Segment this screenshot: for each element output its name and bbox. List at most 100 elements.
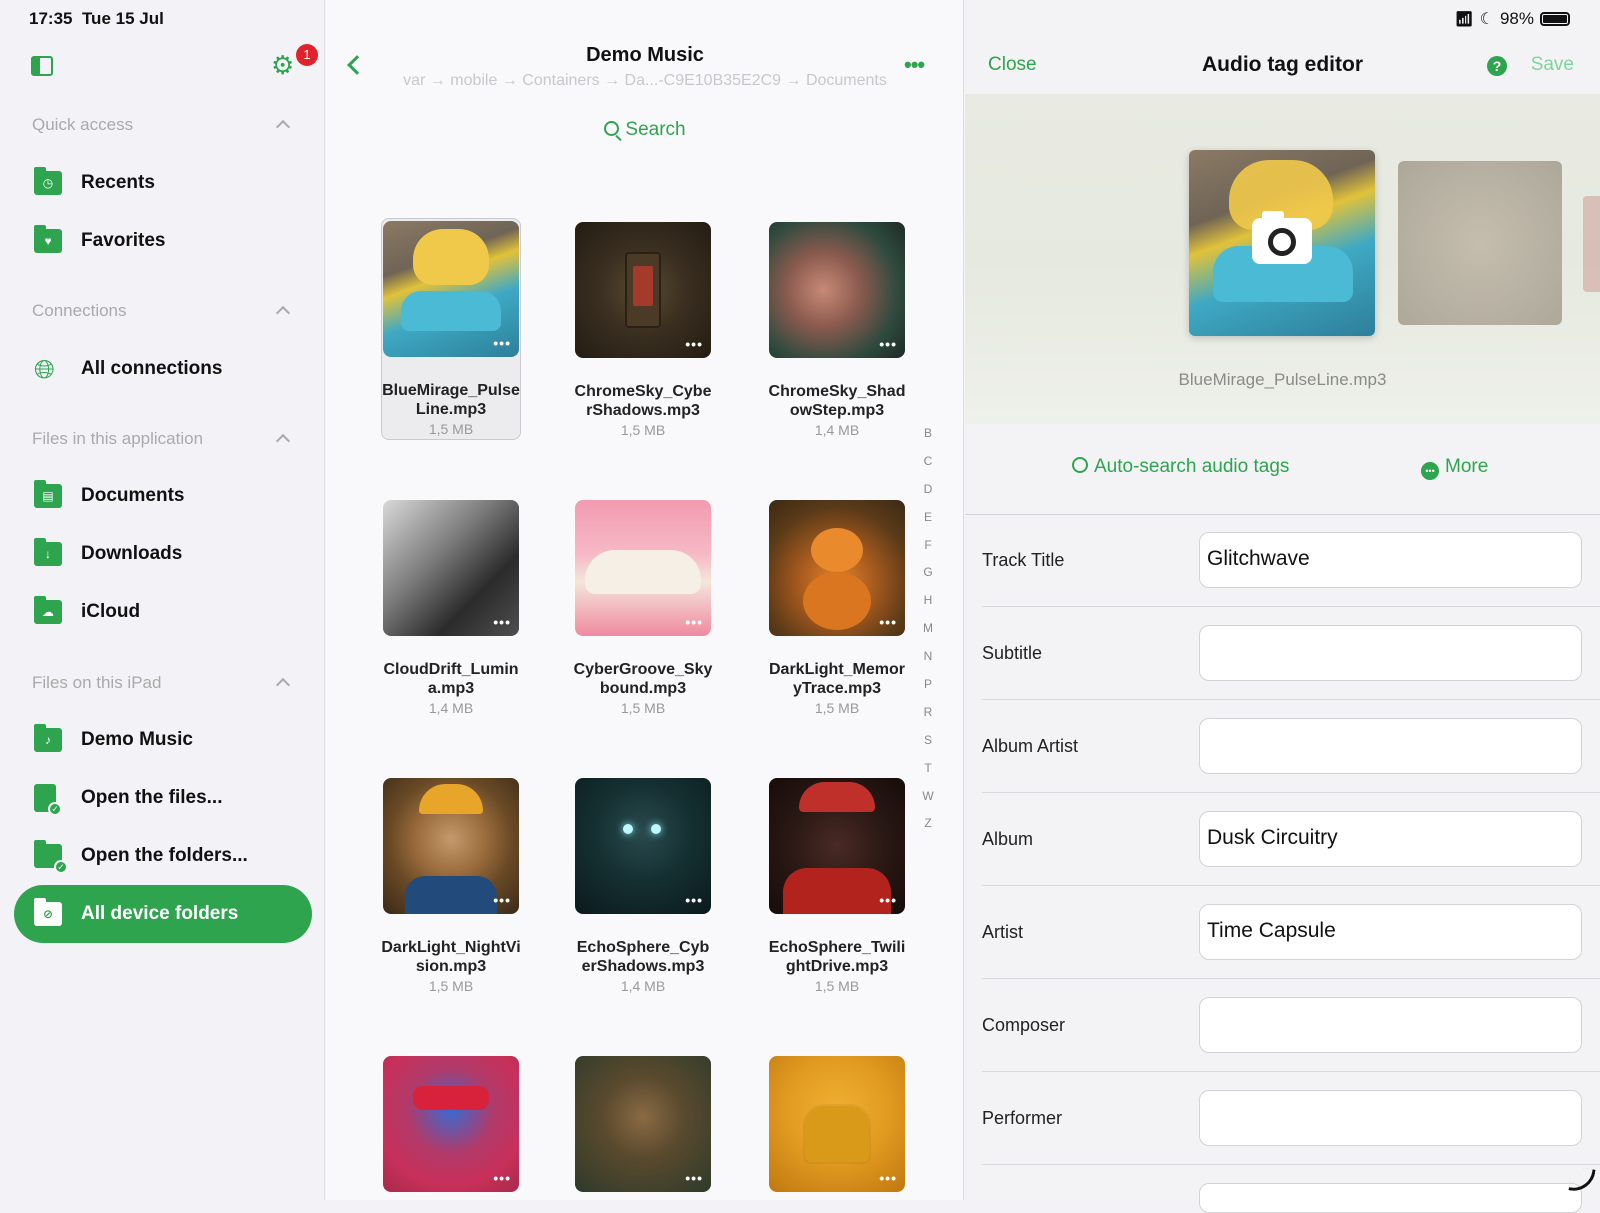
file-tile[interactable]: ••• EchoSphere_TwilightDrive.mp3 1,5 MB <box>767 778 907 994</box>
file-tile[interactable]: ••• CloudDrift_Lumina.mp3 1,4 MB <box>381 500 521 716</box>
sidebar-item-open-files[interactable]: ✓ Open the files... <box>14 769 312 827</box>
folder-title: Demo Music <box>586 44 704 66</box>
file-tile[interactable]: ••• <box>381 1056 521 1192</box>
sidebar-item-favorites[interactable]: ♥ Favorites <box>14 212 312 270</box>
subtitle-input[interactable] <box>1199 625 1582 681</box>
sidebar-item-icloud[interactable]: ☁ iCloud <box>14 583 312 641</box>
sidebar-item-demo-music[interactable]: ♪ Demo Music <box>14 711 312 769</box>
file-size: 1,5 MB <box>814 700 860 716</box>
performer-input[interactable] <box>1199 1090 1582 1146</box>
file-tile[interactable]: ••• DarkLight_NightVision.mp3 1,5 MB <box>381 778 521 994</box>
divider <box>982 1071 1600 1072</box>
index-letter[interactable]: H <box>920 593 936 621</box>
section-quick-access: Quick access <box>32 115 134 134</box>
track-title-input[interactable]: Glitchwave <box>1199 532 1582 588</box>
alphabet-index[interactable]: B C D E F G H M N P R S T W Z <box>920 426 936 844</box>
album-art-thumbnail: ••• <box>769 778 905 914</box>
section-connections: Connections <box>32 301 127 320</box>
search-button[interactable]: Search <box>326 119 964 142</box>
file-name: DarkLight_MemoryTrace.mp3 <box>768 661 906 697</box>
divider <box>982 978 1600 979</box>
file-browser: Demo Music var → mobile → Containers → D… <box>326 0 964 1200</box>
sidebar-item-all-device-folders[interactable]: ⊘ All device folders <box>14 885 312 943</box>
collapse-chevron-icon[interactable] <box>275 305 291 321</box>
field-label-track-title: Track Title <box>982 550 1065 570</box>
file-tile[interactable]: ••• CyberGroove_Skybound.mp3 1,5 MB <box>573 500 713 716</box>
album-art-tertiary[interactable] <box>1583 196 1600 292</box>
save-button[interactable]: Save <box>1531 54 1574 76</box>
collapse-chevron-icon[interactable] <box>275 677 291 693</box>
sidebar-item-label: All connections <box>81 358 223 379</box>
section-files-in-app: Files in this application <box>32 429 204 448</box>
wifi-icon: 📶︎ <box>1454 11 1474 28</box>
artist-input[interactable]: Time Capsule <box>1199 904 1582 960</box>
index-letter[interactable]: F <box>920 538 936 566</box>
file-size: 1,5 MB <box>428 421 474 437</box>
index-letter[interactable]: R <box>920 705 936 733</box>
file-name: ChromeSky_CyberShadows.mp3 <box>574 383 712 419</box>
more-button[interactable]: ••• More <box>1421 456 1488 480</box>
sidebar: 17:35 Tue 15 Jul ⚙ 1 Quick access ◷ Rece… <box>0 0 325 1200</box>
camera-icon[interactable] <box>1252 211 1312 264</box>
file-tile[interactable]: ••• DarkLight_MemoryTrace.mp3 1,5 MB <box>767 500 907 716</box>
index-letter[interactable]: D <box>920 482 936 510</box>
sidebar-item-documents[interactable]: ▤ Documents <box>14 467 312 525</box>
file-name: EchoSphere_CyberShadows.mp3 <box>576 939 710 975</box>
index-letter[interactable]: W <box>920 789 936 817</box>
sidebar-item-recents[interactable]: ◷ Recents <box>14 154 312 212</box>
sidebar-item-downloads[interactable]: ↓ Downloads <box>14 525 312 583</box>
file-tile[interactable]: ••• BlueMirage_PulseLine.mp3 1,5 MB <box>381 218 521 440</box>
collapse-chevron-icon[interactable] <box>275 119 291 135</box>
file-name: CloudDrift_Lumina.mp3 <box>383 661 519 697</box>
sidebar-item-open-folders[interactable]: ✓ Open the folders... <box>14 827 312 885</box>
search-magnifier-icon <box>1072 457 1088 473</box>
field-label-subtitle: Subtitle <box>982 643 1043 663</box>
breadcrumb[interactable]: var → mobile → Containers → Da...-C9E10B… <box>326 72 964 90</box>
folder-check-icon: ✓ <box>34 840 68 874</box>
index-letter[interactable]: T <box>920 761 936 789</box>
index-letter[interactable]: B <box>920 426 936 454</box>
index-letter[interactable]: E <box>920 510 936 538</box>
album-art-thumbnail: ••• <box>769 1056 905 1192</box>
sidebar-toggle-icon[interactable] <box>31 56 53 76</box>
album-artist-input[interactable] <box>1199 718 1582 774</box>
status-time: 17:35 Tue 15 Jul <box>29 9 164 28</box>
index-letter[interactable]: P <box>920 677 936 705</box>
file-tile[interactable]: ••• ChromeSky_ShadowStep.mp3 1,4 MB <box>767 222 907 438</box>
file-tile[interactable]: ••• <box>767 1056 907 1192</box>
index-letter[interactable]: Z <box>920 816 936 844</box>
field-label-album: Album <box>982 829 1034 849</box>
file-tile[interactable]: ••• EchoSphere_CyberShadows.mp3 1,4 MB <box>573 778 713 994</box>
search-icon <box>604 121 623 142</box>
album-art-thumbnail: ••• <box>383 221 519 357</box>
file-tile[interactable]: ••• <box>573 1056 713 1192</box>
download-folder-icon: ↓ <box>34 538 62 568</box>
index-letter[interactable]: M <box>920 621 936 649</box>
document-folder-icon: ▤ <box>34 480 62 510</box>
album-art-secondary[interactable] <box>1398 161 1562 325</box>
help-icon[interactable]: ? <box>1487 56 1507 76</box>
settings-gear-icon[interactable]: ⚙ <box>271 52 294 78</box>
next-field-input[interactable] <box>1199 1183 1582 1213</box>
auto-search-button[interactable]: Auto-search audio tags <box>1072 456 1289 478</box>
scroll-indicator[interactable] <box>1568 1166 1596 1194</box>
album-input[interactable]: Dusk Circuitry <box>1199 811 1582 867</box>
more-options-icon[interactable]: ••• <box>904 52 925 78</box>
index-letter[interactable]: G <box>920 565 936 593</box>
file-size: 1,5 MB <box>814 978 860 994</box>
collapse-chevron-icon[interactable] <box>275 433 291 449</box>
sidebar-item-all-connections[interactable]: 🌐︎ All connections <box>14 340 312 398</box>
index-letter[interactable]: S <box>920 733 936 761</box>
audio-tag-editor: 📶︎ ☾ 98% Close Audio tag editor ? Save B… <box>965 0 1600 1213</box>
composer-input[interactable] <box>1199 997 1582 1053</box>
field-label-performer: Performer <box>982 1108 1063 1128</box>
index-letter[interactable]: N <box>920 649 936 677</box>
heart-folder-icon: ♥ <box>34 225 62 255</box>
divider <box>965 514 1600 515</box>
field-label-artist: Artist <box>982 922 1024 942</box>
file-tile[interactable]: ••• ChromeSky_CyberShadows.mp3 1,5 MB <box>573 222 713 438</box>
file-size: 1,5 MB <box>620 422 666 438</box>
index-letter[interactable]: C <box>920 454 936 482</box>
file-size: 1,4 MB <box>814 422 860 438</box>
divider <box>982 792 1600 793</box>
